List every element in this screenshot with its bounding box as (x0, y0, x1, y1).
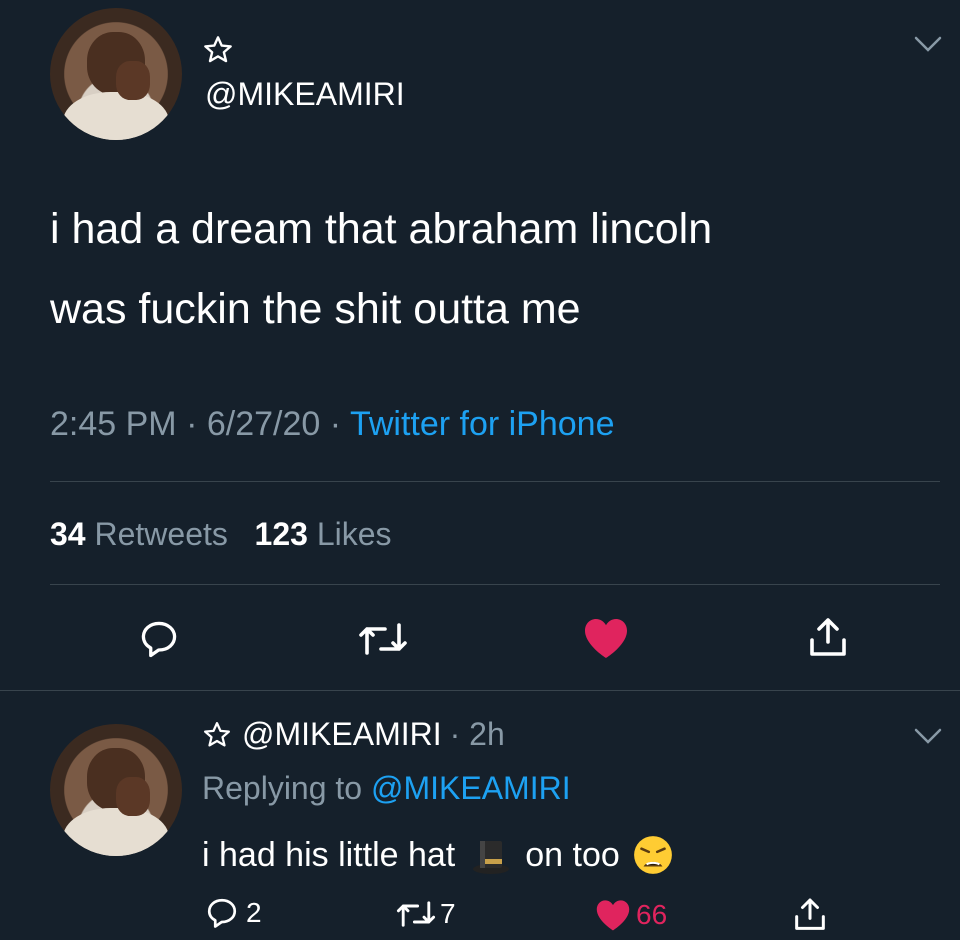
tweet-time: 2:45 PM (50, 405, 177, 443)
tweet-date: 6/27/20 (206, 405, 321, 443)
retweets-label: Retweets (94, 516, 228, 552)
likes-stat[interactable]: 123 Likes (255, 516, 392, 552)
avatar[interactable] (50, 8, 182, 140)
retweet-icon (394, 898, 438, 930)
reply-icon[interactable] (134, 614, 184, 664)
like-count: 66 (636, 899, 668, 930)
divider (50, 584, 940, 585)
chevron-down-icon[interactable] (912, 32, 944, 56)
share-icon[interactable] (790, 895, 830, 935)
retweets-count: 34 (50, 516, 86, 552)
tweet-source[interactable]: Twitter for iPhone (350, 405, 615, 443)
reply-time: · 2h (449, 716, 505, 752)
meta-separator: · (329, 405, 342, 443)
share-icon[interactable] (802, 612, 854, 664)
tweet-meta: 2:45 PM · 6/27/20 · Twitter for iPhone (50, 405, 615, 444)
reply-action[interactable]: 2 (204, 895, 262, 931)
meta-separator: · (186, 405, 198, 443)
weary-face-emoji (632, 834, 674, 876)
reply-count: 2 (246, 897, 262, 928)
likes-count: 123 (254, 516, 308, 552)
heart-icon[interactable] (580, 612, 632, 664)
avatar[interactable] (50, 724, 182, 856)
reply-text-part: i had his little hat (202, 835, 456, 874)
heart-icon (594, 898, 632, 932)
divider (0, 690, 960, 691)
like-action[interactable]: 66 (594, 898, 667, 932)
replying-to-handle[interactable]: @MIKEAMIRI (371, 770, 571, 806)
retweet-icon[interactable] (355, 614, 411, 664)
reply-header: @MIKEAMIRI · 2h (202, 716, 505, 753)
star-icon (202, 34, 234, 66)
reply-text: i had his little hat on too (202, 834, 674, 876)
likes-label: Likes (316, 516, 392, 552)
retweet-count: 7 (440, 898, 456, 929)
author-handle[interactable]: @MIKEAMIRI (205, 76, 405, 113)
reply-handle[interactable]: @MIKEAMIRI (242, 716, 442, 753)
reply-icon (204, 895, 240, 931)
reply-text-part: on too (525, 835, 620, 874)
divider (50, 481, 940, 482)
chevron-down-icon[interactable] (912, 724, 944, 748)
top-hat-emoji (471, 835, 511, 875)
star-icon (202, 720, 232, 750)
retweets-stat[interactable]: 34 Retweets (50, 516, 228, 552)
replying-to-label: Replying to (202, 770, 363, 806)
tweet-text-line: i had a dream that abraham lincoln (50, 205, 713, 253)
replying-to: Replying to @MIKEAMIRI (202, 770, 571, 807)
retweet-action[interactable]: 7 (394, 898, 456, 930)
tweet-text-line: was fuckin the shit outta me (50, 285, 581, 333)
tweet-stats: 34 Retweets 123 Likes (50, 516, 392, 553)
